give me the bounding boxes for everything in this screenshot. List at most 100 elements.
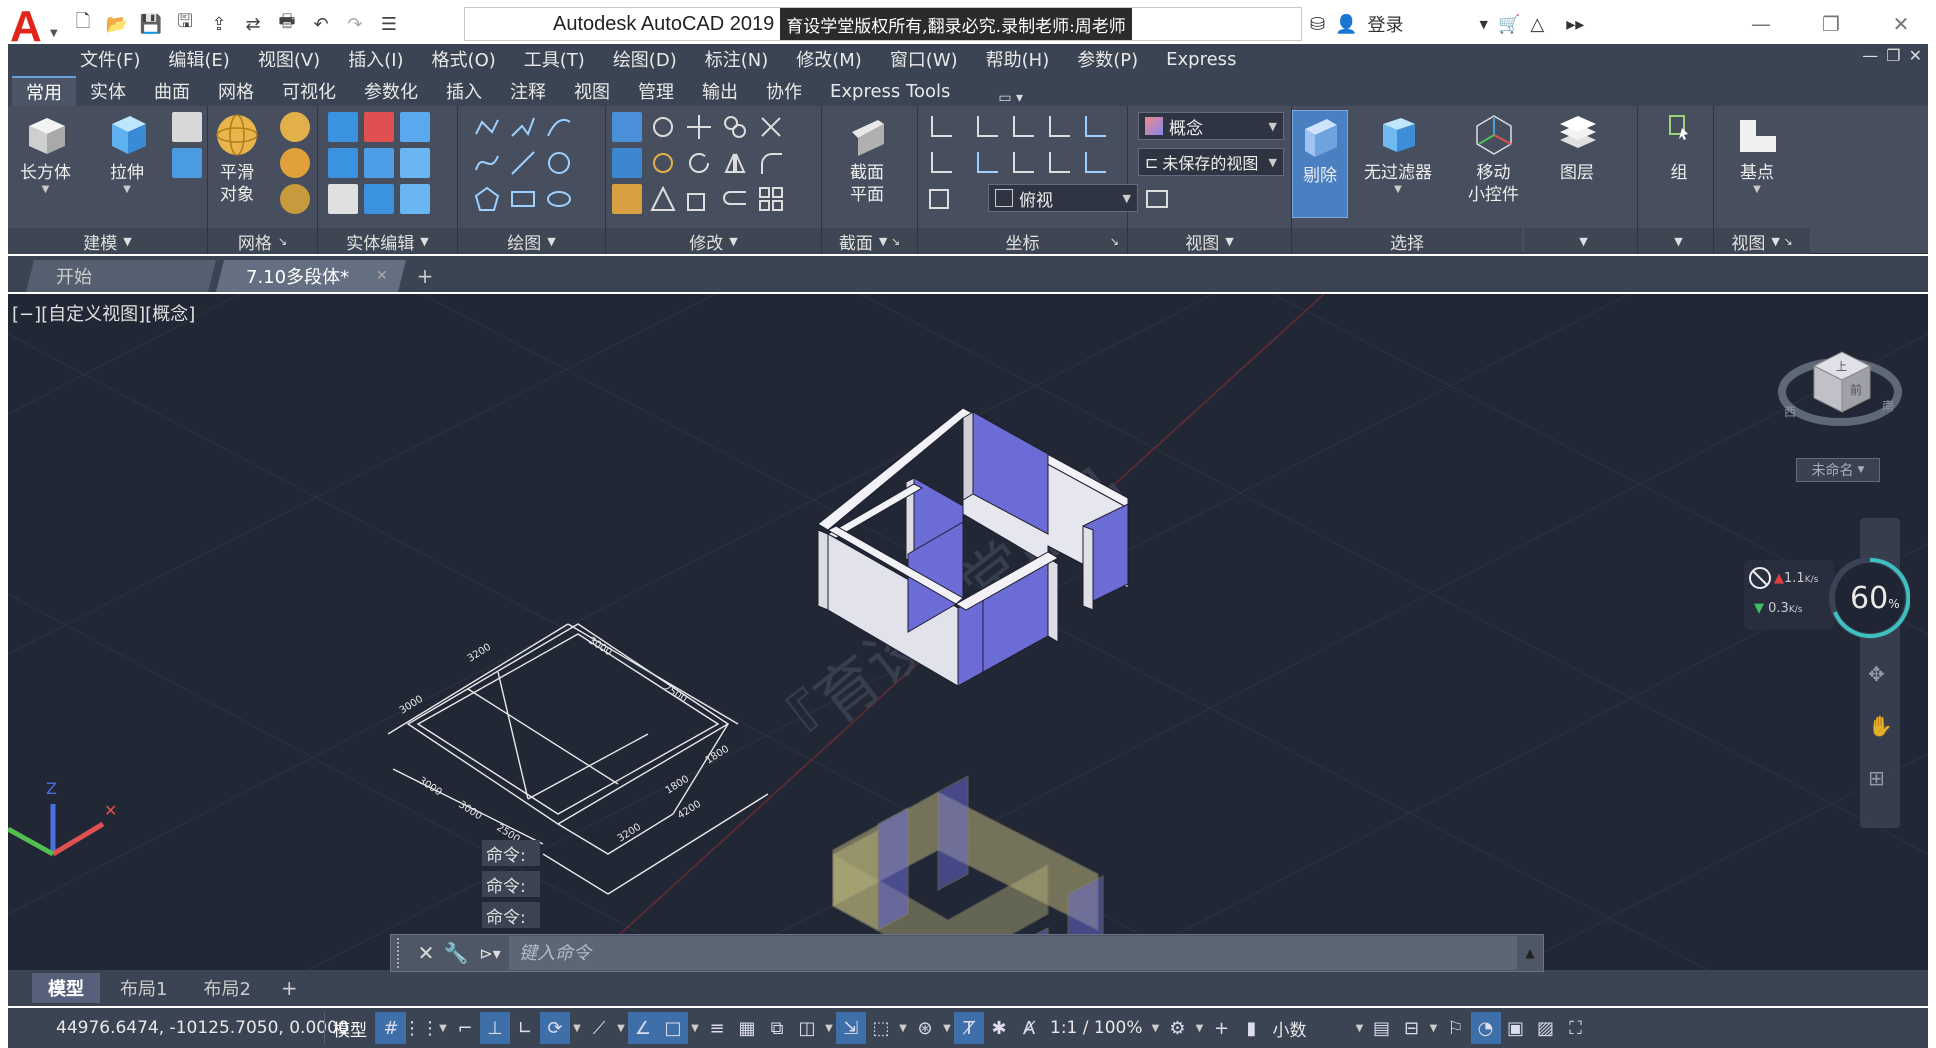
grid-icon[interactable]: #	[376, 1012, 406, 1044]
tab-home[interactable]: 常用	[12, 76, 76, 106]
mirror-icon[interactable]	[720, 148, 750, 178]
save-to-web-icon[interactable]: ⇪	[204, 9, 234, 39]
move-icon[interactable]	[684, 112, 714, 142]
menu-edit[interactable]: 编辑(E)	[168, 46, 243, 72]
chevron-down-icon[interactable]	[792, 148, 802, 178]
ucs-view-icon[interactable]	[1042, 112, 1072, 142]
tab-solid[interactable]: 实体	[76, 76, 140, 106]
help-expand-icon[interactable]: ▸▸	[1566, 14, 1584, 35]
chevron-down-icon[interactable]: ▼	[1193, 1023, 1207, 1034]
share-icon[interactable]: ⇄	[238, 9, 268, 39]
chevron-down-icon[interactable]: ▼	[1149, 1023, 1163, 1034]
drag-handle[interactable]	[397, 938, 411, 968]
tab-drawing[interactable]: 7.10多段体* ✕	[216, 260, 406, 292]
visual-style-dropdown[interactable]: 概念 ▼	[1138, 112, 1284, 140]
print-icon[interactable]: 🖶	[272, 9, 302, 39]
smooth-object-button[interactable]: 平滑 对象	[214, 112, 260, 206]
model-space-toggle[interactable]: 模型	[324, 1012, 376, 1044]
menu-help[interactable]: 帮助(H)	[986, 46, 1064, 72]
tab-visualize[interactable]: 可视化	[268, 76, 350, 106]
drawing-viewport[interactable]: 『育设学堂出品 3200 3000 3000 2500 1800 1800 30…	[8, 294, 1928, 970]
lineweight-icon[interactable]: ≡	[702, 1012, 732, 1044]
chevron-down-icon[interactable]: ▼	[1427, 1023, 1441, 1034]
polyline-icon[interactable]	[472, 112, 502, 142]
intersect-icon[interactable]	[328, 148, 358, 178]
panel-title-view-2[interactable]: 视图 ▼ ↘	[1714, 228, 1810, 254]
move-gizmo-button[interactable]: 移动 小控件	[1468, 112, 1519, 206]
tab-parametric[interactable]: 参数化	[350, 76, 432, 106]
wrench-icon[interactable]: 🔧	[441, 938, 471, 968]
3d-polyline-icon[interactable]	[508, 112, 538, 142]
circle-icon[interactable]	[544, 148, 574, 178]
presspull-icon[interactable]	[172, 148, 202, 178]
menu-tools[interactable]: 工具(T)	[524, 46, 599, 72]
application-menu-button[interactable]: A ▼	[0, 0, 64, 51]
menu-modify[interactable]: 修改(M)	[796, 46, 876, 72]
object-snap-tracking-icon[interactable]: ∠	[628, 1012, 658, 1044]
extrude-button[interactable]: 拉伸 ▼	[104, 112, 150, 195]
ribbon-minimize-icon[interactable]: ▭ ▾	[998, 90, 1023, 106]
ucs-world-icon[interactable]	[970, 112, 1000, 142]
gizmo-icon[interactable]: ⊛	[910, 1012, 940, 1044]
ucs-zaxis-icon[interactable]	[1042, 148, 1072, 178]
tab-model[interactable]: 模型	[32, 973, 100, 1003]
terminal-icon[interactable]: ⊳▾	[471, 938, 509, 968]
polysolid-icon[interactable]	[172, 112, 202, 142]
customize-toolbar-icon[interactable]: ☰	[374, 9, 404, 39]
ucs-z-icon[interactable]	[1006, 148, 1036, 178]
new-layout-icon[interactable]: +	[271, 976, 308, 1000]
tab-manage[interactable]: 管理	[624, 76, 688, 106]
infer-constraints-icon[interactable]: ⌐	[450, 1012, 480, 1044]
chevron-down-icon[interactable]: ▼	[940, 1023, 954, 1034]
3d-rotate-icon[interactable]	[648, 112, 678, 142]
box-button[interactable]: 长方体 ▼	[20, 112, 71, 195]
restore-icon[interactable]: ❐	[1796, 0, 1866, 48]
menu-file[interactable]: 文件(F)	[80, 46, 154, 72]
selection-filter-icon[interactable]: ⬚	[866, 1012, 896, 1044]
ucs-y-icon[interactable]	[970, 148, 1000, 178]
steering-wheel-icon[interactable]: ✥	[1868, 662, 1885, 686]
command-input[interactable]	[509, 936, 1517, 970]
doc-minimize-icon[interactable]: —	[1862, 46, 1878, 65]
lock-ui-icon[interactable]: ⊟	[1397, 1012, 1427, 1044]
save-icon[interactable]: 💾	[136, 9, 166, 39]
arc-icon[interactable]	[544, 112, 574, 142]
ucs-icon[interactable]	[924, 112, 954, 142]
tab-start[interactable]: 开始	[26, 260, 216, 292]
ucs-3point-icon[interactable]	[1006, 112, 1036, 142]
3d-object-snap-icon[interactable]: ◫	[792, 1012, 822, 1044]
chevron-down-icon[interactable]: ▼	[1480, 18, 1488, 31]
erase-icon[interactable]	[612, 184, 642, 214]
no-filter-button[interactable]: 无过滤器 ▼	[1364, 112, 1432, 195]
panel-title-draw[interactable]: 绘图 ▼	[458, 228, 605, 254]
separate-icon[interactable]	[400, 184, 430, 214]
isolate-objects-icon[interactable]: ⚐	[1441, 1012, 1471, 1044]
dynamic-input-icon[interactable]: ⊥	[480, 1012, 510, 1044]
doc-restore-icon[interactable]: ❐	[1886, 46, 1900, 65]
extend-icon[interactable]	[612, 112, 642, 142]
annotation-visibility-icon[interactable]: Ⱦ	[954, 1012, 984, 1044]
menu-window[interactable]: 窗口(W)	[890, 46, 972, 72]
viewport-config-icon[interactable]	[1142, 184, 1172, 214]
selection-cycling-icon[interactable]: ⧉	[762, 1012, 792, 1044]
menu-parametric[interactable]: 参数(P)	[1077, 46, 1152, 72]
close-tab-icon[interactable]: ✕	[376, 268, 388, 284]
units[interactable]: 小数	[1267, 1016, 1353, 1041]
panel-title-solid-edit[interactable]: 实体编辑 ▼	[318, 228, 457, 254]
union-icon[interactable]	[328, 112, 358, 142]
ortho-icon[interactable]: ∟	[510, 1012, 540, 1044]
smooth-more-icon[interactable]	[280, 112, 310, 142]
login-link[interactable]: 登录	[1368, 11, 1404, 37]
open-folder-icon[interactable]: 📂	[102, 9, 132, 39]
chevron-down-icon[interactable]	[792, 112, 802, 142]
3d-move-icon[interactable]	[612, 148, 642, 178]
object-snap-icon[interactable]: □	[658, 1012, 688, 1044]
chevron-down-icon[interactable]: ▼	[822, 1023, 836, 1034]
chevron-down-icon[interactable]: ▼	[436, 1023, 450, 1034]
section-plane-button[interactable]: 截面 平面	[844, 112, 890, 206]
panel-title-section[interactable]: 截面 ▼ ↘	[822, 228, 917, 254]
menu-draw[interactable]: 绘图(D)	[613, 46, 691, 72]
smooth-less-icon[interactable]	[280, 148, 310, 178]
tab-view[interactable]: 视图	[560, 76, 624, 106]
tab-mesh[interactable]: 网格	[204, 76, 268, 106]
